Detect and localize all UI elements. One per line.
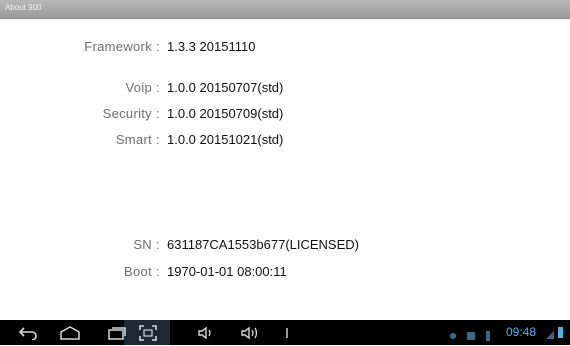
security-label: Security xyxy=(102,106,152,121)
voip-label: Voip xyxy=(125,80,152,95)
home-icon[interactable] xyxy=(56,324,84,341)
window-title: About 900 xyxy=(5,3,42,12)
security-value: 1.0.0 20150709(std) xyxy=(167,106,284,121)
smart-label: Smart xyxy=(115,132,152,147)
back-icon[interactable] xyxy=(14,324,42,341)
security-separator: : xyxy=(156,106,160,121)
framework-row: Framework : 1.3.3 20151110 xyxy=(0,38,570,56)
voip-value: 1.0.0 20150707(std) xyxy=(167,80,284,95)
wifi-icon xyxy=(545,327,555,345)
boot-row: Boot : 1970-01-01 08:00:11 xyxy=(0,263,570,281)
volume-down-icon[interactable] xyxy=(192,324,220,341)
voip-separator: : xyxy=(156,80,160,95)
sd-card-icon xyxy=(466,328,476,346)
framework-separator: : xyxy=(156,39,160,54)
boot-label: Boot xyxy=(124,264,152,279)
sn-row: SN : 631187CA1553b677(LICENSED) xyxy=(0,236,570,254)
status-clock: 09:48 xyxy=(506,325,537,339)
title-bar: About 900 xyxy=(0,0,570,19)
volume-up-icon[interactable] xyxy=(236,324,264,341)
usb-icon xyxy=(484,328,492,346)
system-navigation-bar: 09:48 xyxy=(0,320,570,345)
smart-separator: : xyxy=(156,132,160,147)
framework-value: 1.3.3 20151110 xyxy=(167,39,256,54)
screenshot-icon[interactable] xyxy=(134,324,162,341)
security-row: Security : 1.0.0 20150709(std) xyxy=(0,105,570,123)
voip-row: Voip : 1.0.0 20150707(std) xyxy=(0,79,570,97)
menu-icon[interactable] xyxy=(273,324,301,341)
framework-label: Framework xyxy=(84,39,152,54)
sn-separator: : xyxy=(156,237,160,252)
notification-icon[interactable] xyxy=(448,328,458,346)
smart-value: 1.0.0 20151021(std) xyxy=(167,132,284,147)
battery-icon xyxy=(557,326,564,344)
about-content: Framework : 1.3.3 20151110 Voip : 1.0.0 … xyxy=(0,19,570,321)
boot-value: 1970-01-01 08:00:11 xyxy=(167,264,287,279)
recent-apps-icon[interactable] xyxy=(103,324,131,341)
sn-value: 631187CA1553b677(LICENSED) xyxy=(167,237,359,252)
sn-label: SN xyxy=(133,237,152,252)
smart-row: Smart : 1.0.0 20151021(std) xyxy=(0,131,570,149)
boot-separator: : xyxy=(156,264,160,279)
